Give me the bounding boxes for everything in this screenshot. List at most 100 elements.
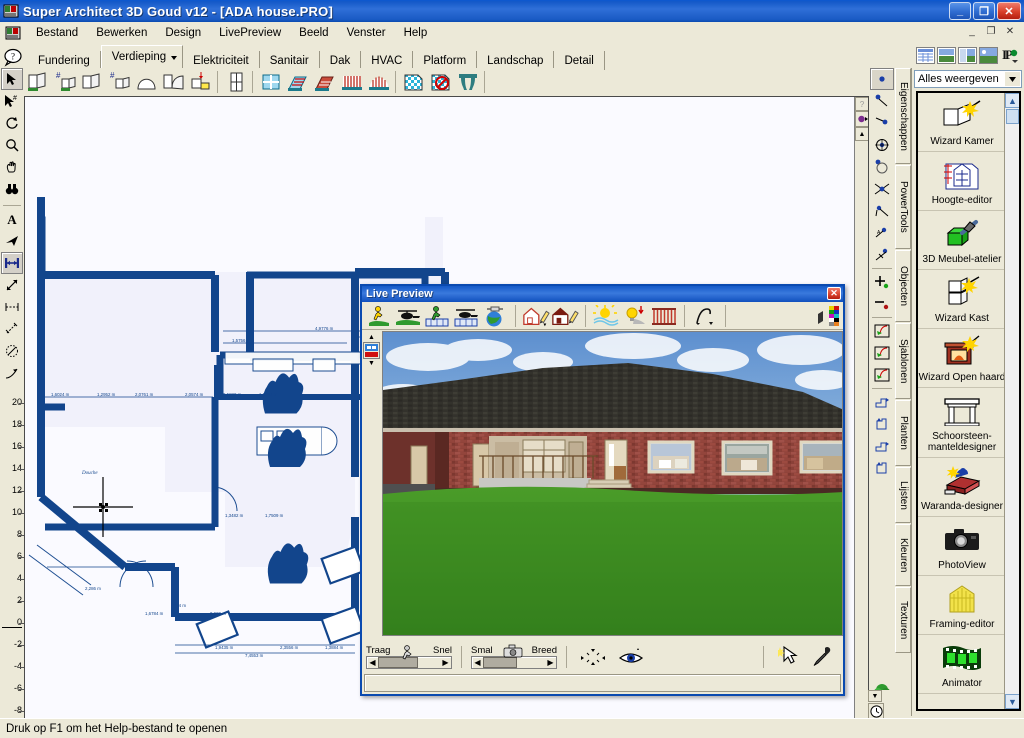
scroll-down-arrow[interactable]: ▼: [364, 359, 379, 368]
speed-slider-right-arrow[interactable]: ▶: [440, 657, 451, 668]
window-icon[interactable]: [258, 69, 284, 95]
house-edit-icon[interactable]: [522, 303, 550, 329]
walk-plan-icon[interactable]: [423, 303, 451, 329]
close-button[interactable]: ✕: [997, 2, 1021, 20]
wizard-scroll-down-button[interactable]: ▼: [1005, 694, 1019, 709]
add-point-green-tool[interactable]: [870, 271, 894, 293]
corner-arrow-2-tool[interactable]: [870, 342, 894, 364]
house-edit-alt-icon[interactable]: [551, 303, 579, 329]
wall-exterior-icon[interactable]: [26, 69, 52, 95]
vtab-planten[interactable]: Planten: [895, 400, 911, 466]
wizard-item-hoogte-editor[interactable]: Hoogte-editor: [918, 152, 1006, 211]
vtab-lijsten[interactable]: Lijsten: [895, 467, 911, 523]
vtab-texturen[interactable]: Texturen: [895, 587, 911, 653]
menu-item-beeld[interactable]: Beeld: [290, 25, 337, 41]
clock-icon[interactable]: [868, 703, 884, 719]
wizard-item-meubelatelier[interactable]: 3D Meubel-atelier: [918, 211, 1006, 270]
menu-item-help[interactable]: Help: [395, 25, 437, 41]
railing-straight-icon[interactable]: [339, 69, 365, 95]
callout-tool[interactable]: [1, 362, 23, 384]
angle-a-tool[interactable]: A: [870, 222, 894, 244]
vtab-kleuren[interactable]: Kleuren: [895, 524, 911, 586]
shape-move-3-tool[interactable]: [870, 435, 894, 457]
text-tool[interactable]: A: [1, 208, 23, 230]
menu-item-bestand[interactable]: Bestand: [27, 25, 87, 41]
wall-exterior-number-icon[interactable]: #: [53, 69, 79, 95]
plan-scroll-up-button[interactable]: ▲: [855, 127, 868, 141]
menu-item-bewerken[interactable]: Bewerken: [87, 25, 156, 41]
corner-arrow-3-tool[interactable]: [870, 364, 894, 386]
zoom-tool[interactable]: [1, 134, 23, 156]
wizard-scrollbar[interactable]: ▲ ▼: [1004, 93, 1019, 709]
eyedropper-button[interactable]: [807, 645, 837, 669]
intersect-tool[interactable]: [870, 178, 894, 200]
point-line-tool[interactable]: [870, 90, 894, 112]
globe-orbit-icon[interactable]: [481, 303, 509, 329]
floor-area-icon[interactable]: [401, 69, 427, 95]
dimension-radius-tool[interactable]: [1, 340, 23, 362]
line-point-tool[interactable]: [870, 112, 894, 134]
dimension-linear-tool[interactable]: [1, 252, 23, 274]
wizard-item-waranda[interactable]: Waranda-designer: [918, 458, 1006, 517]
chevron-down-icon[interactable]: [1005, 72, 1020, 86]
railing-curved-icon[interactable]: [366, 69, 392, 95]
wizard-filter-combo[interactable]: Alles weergeven: [914, 70, 1022, 88]
wall-break-icon[interactable]: [188, 69, 214, 95]
scroll-up-arrow[interactable]: ▲: [364, 333, 379, 342]
select-arrow-tool[interactable]: [1, 68, 23, 90]
rotate-tool[interactable]: [1, 112, 23, 134]
view-render-icon[interactable]: [979, 46, 998, 64]
angle-tool[interactable]: [870, 200, 894, 222]
menu-item-venster[interactable]: Venster: [338, 25, 395, 41]
wizard-item-kamer[interactable]: Wizard Kamer: [918, 93, 1006, 152]
wizard-item-photoview[interactable]: PhotoView: [918, 517, 1006, 576]
vtab-eigenschappen[interactable]: Eigenschappen: [895, 68, 911, 164]
pointer-select-button[interactable]: [773, 645, 803, 669]
shape-move-4-tool[interactable]: [870, 457, 894, 479]
tab-verdieping[interactable]: Verdieping: [100, 45, 184, 68]
circle-center-tool[interactable]: [870, 134, 894, 156]
wall-angled-icon[interactable]: [161, 69, 187, 95]
mdi-restore-button[interactable]: ❐: [983, 24, 999, 38]
color-palette-icon[interactable]: [815, 303, 843, 329]
view-split-vertical-icon[interactable]: [958, 46, 977, 64]
point-tool[interactable]: [870, 68, 894, 90]
menu-item-design[interactable]: Design: [156, 25, 210, 41]
wall-curved-icon[interactable]: [134, 69, 160, 95]
width-slider-thumb[interactable]: [483, 656, 517, 668]
vtab-objecten[interactable]: Objecten: [895, 250, 911, 322]
wall-interior-icon[interactable]: [80, 69, 106, 95]
dimension-interior-tool[interactable]: [1, 296, 23, 318]
live-preview-close-button[interactable]: ✕: [827, 287, 841, 300]
leader-arrow-tool[interactable]: [1, 230, 23, 252]
view-plan-icon[interactable]: [916, 46, 935, 64]
wizard-scroll-thumb[interactable]: [1005, 109, 1019, 124]
dimension-point-tool[interactable]: [1, 274, 23, 296]
menu-item-livepreview[interactable]: LivePreview: [210, 25, 290, 41]
valance-icon[interactable]: [455, 69, 481, 95]
plan-help-button[interactable]: ?: [855, 97, 868, 111]
width-slider-left-arrow[interactable]: ◀: [472, 657, 483, 668]
select-group-tool[interactable]: #: [1, 90, 23, 112]
corner-arrow-1-tool[interactable]: [870, 320, 894, 342]
wizard-item-framing[interactable]: Framing-editor: [918, 576, 1006, 635]
vtab-sjablonen[interactable]: Sjablonen: [895, 323, 911, 399]
eye-view-button[interactable]: [614, 646, 650, 668]
pencil-draw-icon[interactable]: [691, 303, 719, 329]
pan-hand-tool[interactable]: [1, 156, 23, 178]
binoculars-tool[interactable]: [1, 178, 23, 200]
vtab-powertools[interactable]: PowerTools: [895, 165, 911, 249]
door-icon[interactable]: [223, 69, 249, 95]
camera-view-icon[interactable]: [363, 342, 380, 359]
dimension-angled-tool[interactable]: [1, 318, 23, 340]
speed-slider-left-arrow[interactable]: ◀: [367, 657, 378, 668]
width-slider[interactable]: Smal Breed ◀ ▶: [471, 645, 557, 669]
speed-slider[interactable]: Traag Snel ◀ ▶: [366, 645, 452, 669]
restore-button[interactable]: ❐: [973, 2, 995, 20]
minimize-button[interactable]: _: [949, 2, 971, 20]
wall-interior-number-icon[interactable]: #: [107, 69, 133, 95]
plan-scroll-down-button[interactable]: ▼: [868, 690, 882, 702]
stairs-up-icon[interactable]: [285, 69, 311, 95]
live-preview-render-view[interactable]: [382, 331, 843, 636]
powertools-logo-icon[interactable]: I P: [1000, 46, 1020, 64]
